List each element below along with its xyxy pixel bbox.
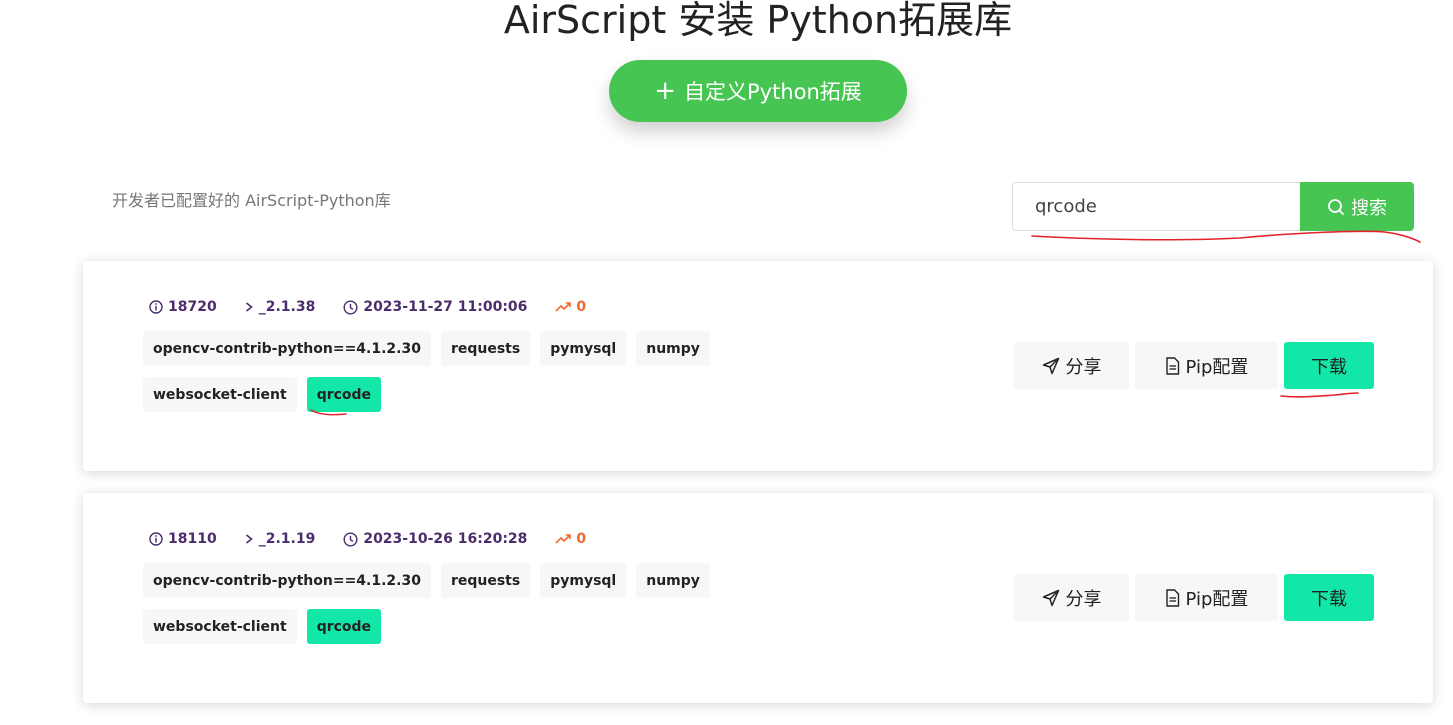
download-button[interactable]: 下载 <box>1284 342 1374 389</box>
card-id: 18720 <box>149 299 217 315</box>
tag: requests <box>440 563 531 598</box>
pip-config-button[interactable]: Pip配置 <box>1135 342 1278 389</box>
card-version: _2.1.38 <box>245 299 315 315</box>
info-icon <box>149 300 163 314</box>
card-meta: 18110 _2.1.19 2023-10-26 16:20:28 0 <box>149 531 586 547</box>
library-card: 18110 _2.1.19 2023-10-26 16:20:28 0 open… <box>83 493 1433 703</box>
tag-highlighted: qrcode <box>306 377 382 412</box>
card-datetime: 2023-11-27 11:00:06 <box>343 299 527 315</box>
download-button[interactable]: 下载 <box>1284 574 1374 621</box>
card-trend: 0 <box>555 299 586 315</box>
add-custom-extension-button[interactable]: + 自定义Python拓展 <box>609 60 907 122</box>
tag: opencv-contrib-python==4.1.2.30 <box>143 331 431 366</box>
tag: websocket-client <box>143 377 297 412</box>
tag: numpy <box>636 563 710 598</box>
library-subtitle: 开发者已配置好的 AirScript-Python库 <box>112 191 391 210</box>
card-tags: opencv-contrib-python==4.1.2.30 requests… <box>143 331 723 412</box>
tag: requests <box>440 331 531 366</box>
clock-icon <box>343 531 358 547</box>
document-icon <box>1165 588 1179 607</box>
card-version: _2.1.19 <box>245 531 315 547</box>
share-button[interactable]: 分享 <box>1014 574 1129 621</box>
pip-config-button[interactable]: Pip配置 <box>1135 574 1278 621</box>
card-trend: 0 <box>555 531 586 547</box>
search-bar: 搜索 <box>1012 182 1414 231</box>
trend-up-icon <box>555 302 572 312</box>
search-icon <box>1328 198 1344 215</box>
search-input[interactable] <box>1012 182 1300 231</box>
send-icon <box>1042 357 1059 374</box>
plus-icon: + <box>654 76 676 106</box>
tag: pymysql <box>540 331 627 366</box>
tag: pymysql <box>540 563 627 598</box>
card-meta: 18720 _2.1.38 2023-11-27 11:00:06 0 <box>149 299 586 315</box>
search-button[interactable]: 搜索 <box>1300 182 1414 231</box>
annotation-underline-search <box>1031 230 1421 243</box>
document-icon <box>1165 356 1179 375</box>
add-button-label: 自定义Python拓展 <box>684 80 862 104</box>
trend-up-icon <box>555 534 572 544</box>
page: AirScript 安装 Python拓展库 + 自定义Python拓展 开发者… <box>0 0 1453 725</box>
clock-icon <box>343 299 358 315</box>
tag: opencv-contrib-python==4.1.2.30 <box>143 563 431 598</box>
send-icon <box>1042 589 1059 606</box>
card-actions: 分享 Pip配置 下载 <box>1014 342 1374 389</box>
card-actions: 分享 Pip配置 下载 <box>1014 574 1374 621</box>
tag: numpy <box>636 331 710 366</box>
page-title: AirScript 安装 Python拓展库 <box>503 0 1013 42</box>
tag: websocket-client <box>143 609 297 644</box>
info-icon <box>149 532 163 546</box>
card-id: 18110 <box>149 531 217 547</box>
search-button-label: 搜索 <box>1351 197 1387 219</box>
share-button[interactable]: 分享 <box>1014 342 1129 389</box>
terminal-icon <box>245 302 253 312</box>
terminal-icon <box>245 534 253 544</box>
tag-highlighted: qrcode <box>306 609 382 644</box>
card-datetime: 2023-10-26 16:20:28 <box>343 531 527 547</box>
library-card: 18720 _2.1.38 2023-11-27 11:00:06 0 open… <box>83 261 1433 471</box>
card-tags: opencv-contrib-python==4.1.2.30 requests… <box>143 563 723 644</box>
